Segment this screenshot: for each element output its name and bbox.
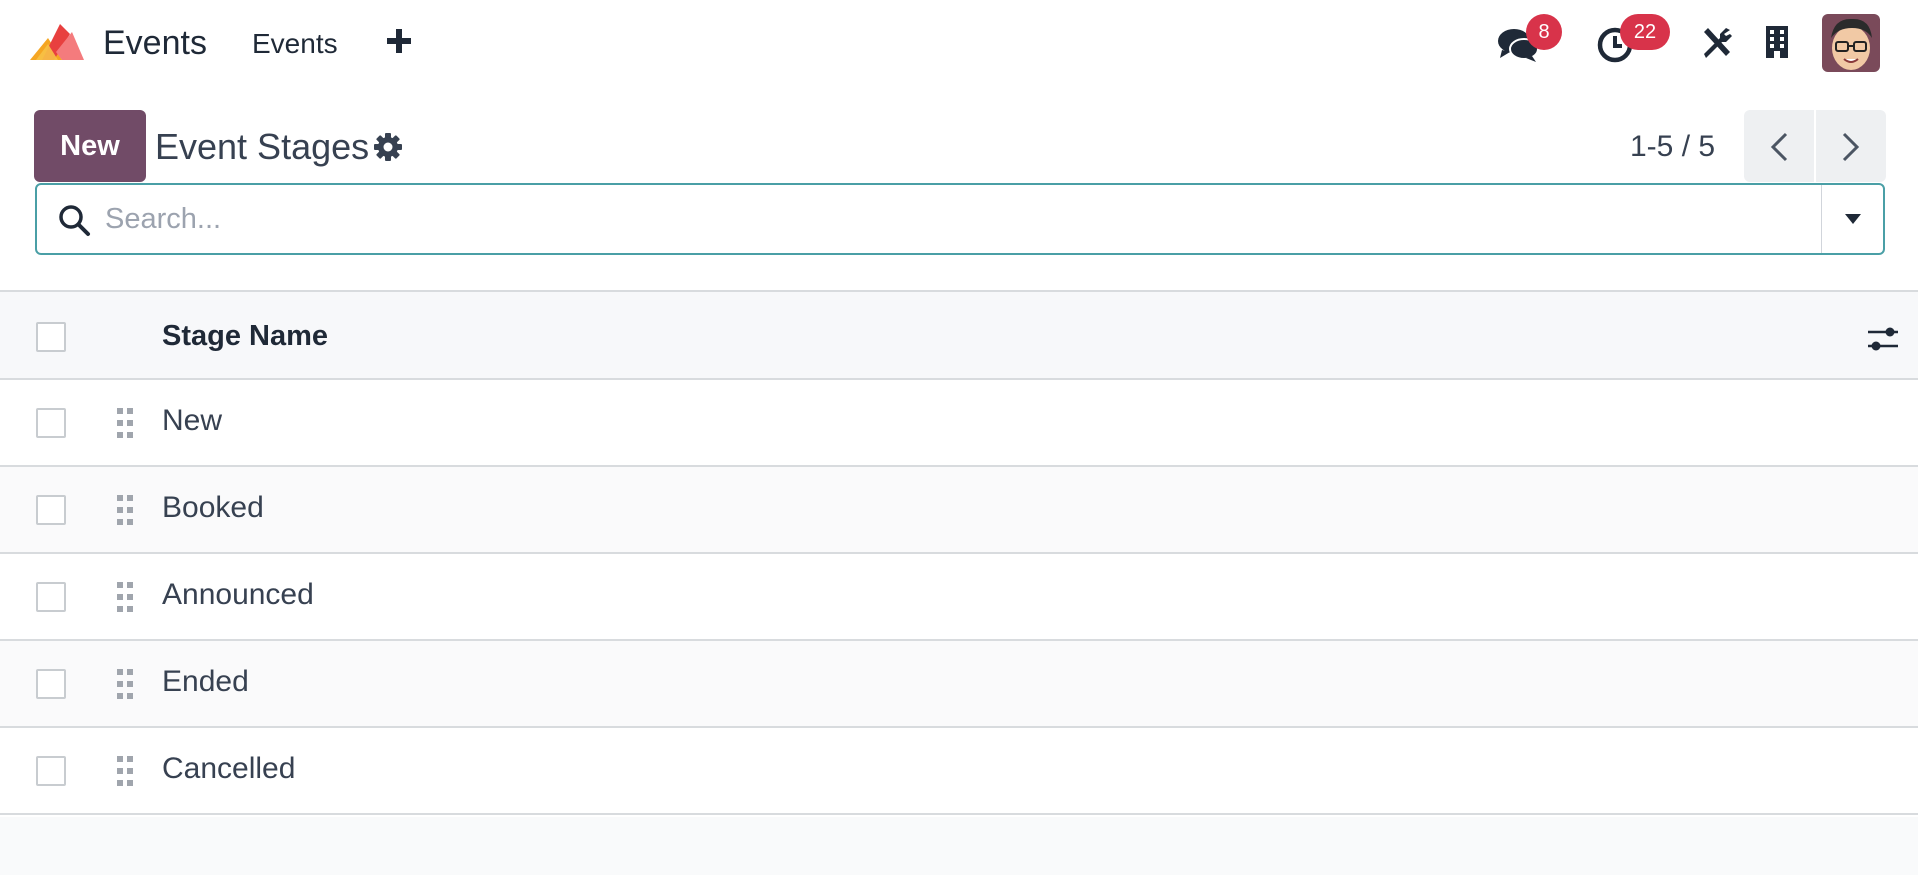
events-app-logo-icon[interactable]	[28, 20, 86, 66]
page-title: Event Stages	[155, 126, 370, 167]
row-checkbox[interactable]	[36, 756, 66, 786]
drag-handle-icon[interactable]	[115, 406, 135, 440]
row-checkbox[interactable]	[36, 669, 66, 699]
caret-down-icon	[1845, 214, 1861, 224]
tools-icon[interactable]	[1700, 26, 1734, 60]
activities-count-badge: 22	[1620, 14, 1670, 50]
messages-button[interactable]: 8	[1496, 14, 1562, 68]
optional-columns-icon[interactable]	[1866, 324, 1900, 354]
empty-list-area	[0, 817, 1918, 875]
user-avatar[interactable]	[1822, 14, 1880, 72]
stage-name-cell: Ended	[162, 665, 249, 698]
messages-count-badge: 8	[1526, 14, 1562, 50]
plus-icon[interactable]	[384, 26, 414, 56]
menu-item-events[interactable]: Events	[252, 28, 338, 60]
table-row[interactable]: Booked	[0, 467, 1918, 554]
column-header-stage-name[interactable]: Stage Name	[162, 320, 328, 353]
table-row[interactable]: Announced	[0, 554, 1918, 641]
stage-name-cell: New	[162, 404, 223, 437]
search-bar	[35, 183, 1885, 255]
select-all-checkbox[interactable]	[36, 322, 66, 352]
pager-previous-button[interactable]	[1744, 110, 1814, 182]
gear-icon[interactable]	[373, 132, 403, 162]
activities-button[interactable]: 22	[1596, 14, 1670, 68]
user-face-icon	[1822, 14, 1880, 72]
top-navbar: Events Events 8 22	[0, 0, 1918, 88]
drag-handle-icon[interactable]	[115, 580, 135, 614]
chevron-left-icon	[1770, 132, 1788, 162]
chevron-right-icon	[1842, 132, 1860, 162]
search-input[interactable]	[105, 191, 1805, 247]
stage-name-cell: Announced	[162, 578, 314, 611]
row-checkbox[interactable]	[36, 408, 66, 438]
stages-list-table: Stage Name New Booked Announced Ended Ca…	[0, 290, 1918, 815]
table-row[interactable]: Ended	[0, 641, 1918, 728]
app-name[interactable]: Events	[103, 24, 207, 63]
company-building-icon[interactable]	[1764, 24, 1790, 60]
pager-next-button[interactable]	[1816, 110, 1886, 182]
stage-name-cell: Cancelled	[162, 752, 296, 785]
row-checkbox[interactable]	[36, 582, 66, 612]
stage-name-cell: Booked	[162, 491, 264, 524]
drag-handle-icon[interactable]	[115, 754, 135, 788]
drag-handle-icon[interactable]	[115, 667, 135, 701]
search-options-toggle[interactable]	[1821, 185, 1883, 253]
search-icon[interactable]	[57, 203, 91, 237]
table-row[interactable]: New	[0, 380, 1918, 467]
pager-value[interactable]: 1-5 / 5	[1630, 130, 1715, 164]
table-header-row: Stage Name	[0, 290, 1918, 380]
drag-handle-icon[interactable]	[115, 493, 135, 527]
row-checkbox[interactable]	[36, 495, 66, 525]
new-button[interactable]: New	[34, 110, 146, 182]
table-row[interactable]: Cancelled	[0, 728, 1918, 815]
